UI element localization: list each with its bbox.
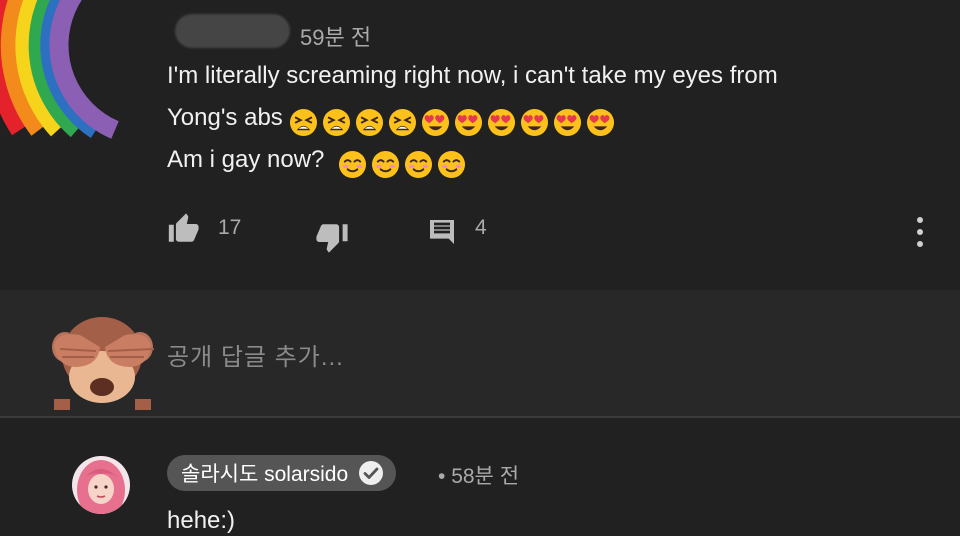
- like-count: 17: [218, 216, 242, 239]
- channel-name: 솔라시도 solarsido: [181, 463, 349, 486]
- comment-timestamp: 59분 전: [300, 25, 372, 50]
- heart-eyes-emoji: [487, 109, 515, 137]
- comment-text-line-2: Yong's abs: [167, 104, 619, 137]
- heart-eyes-emoji: [553, 109, 581, 137]
- avatar[interactable]: [72, 456, 130, 514]
- heart-eyes-emoji: [586, 109, 614, 137]
- heart-eyes-emoji: [520, 109, 548, 137]
- tired-face-emoji: [322, 109, 350, 137]
- tired-face-emoji: [289, 109, 317, 137]
- channel-name-chip[interactable]: 솔라시도 solarsido: [167, 455, 397, 491]
- comment-text-line-1: I'm literally screaming right now, i can…: [167, 62, 778, 90]
- reply-time-text: 58분 전: [451, 465, 520, 488]
- heart-eyes-emoji: [454, 109, 482, 137]
- comment-text: I'm literally screaming right now, i can…: [167, 62, 778, 89]
- tired-face-emoji: [388, 109, 416, 137]
- thumbs-down-icon[interactable]: [315, 220, 349, 254]
- more-vert-icon[interactable]: [914, 216, 926, 250]
- smiling-face-emoji: [405, 151, 433, 179]
- thumbs-up-icon[interactable]: [166, 212, 200, 246]
- reply-count: 4: [475, 216, 487, 239]
- separator-dot: •: [438, 465, 446, 488]
- comment-text: Yong's abs: [167, 104, 283, 131]
- comment-text: Am i gay now?: [167, 146, 325, 173]
- see-no-evil-monkey-icon: [52, 317, 155, 410]
- reply-text: hehe:): [167, 507, 236, 534]
- reply-timestamp: • 58분 전: [438, 460, 519, 490]
- comment-text-line-3: Am i gay now?: [167, 146, 470, 179]
- emoji-row: [338, 150, 470, 179]
- smiling-face-emoji: [372, 151, 400, 179]
- commenter-name-blurred[interactable]: [175, 14, 290, 48]
- comment-icon[interactable]: [426, 216, 458, 248]
- reply-input[interactable]: 공개 답글 추가...: [167, 337, 344, 372]
- smiling-face-emoji: [438, 151, 466, 179]
- verified-check-icon: [359, 461, 384, 485]
- section-divider: [0, 416, 960, 418]
- smiling-face-emoji: [339, 151, 367, 179]
- heart-eyes-emoji: [421, 109, 449, 137]
- tired-face-emoji: [355, 109, 383, 137]
- emoji-row: [289, 108, 619, 137]
